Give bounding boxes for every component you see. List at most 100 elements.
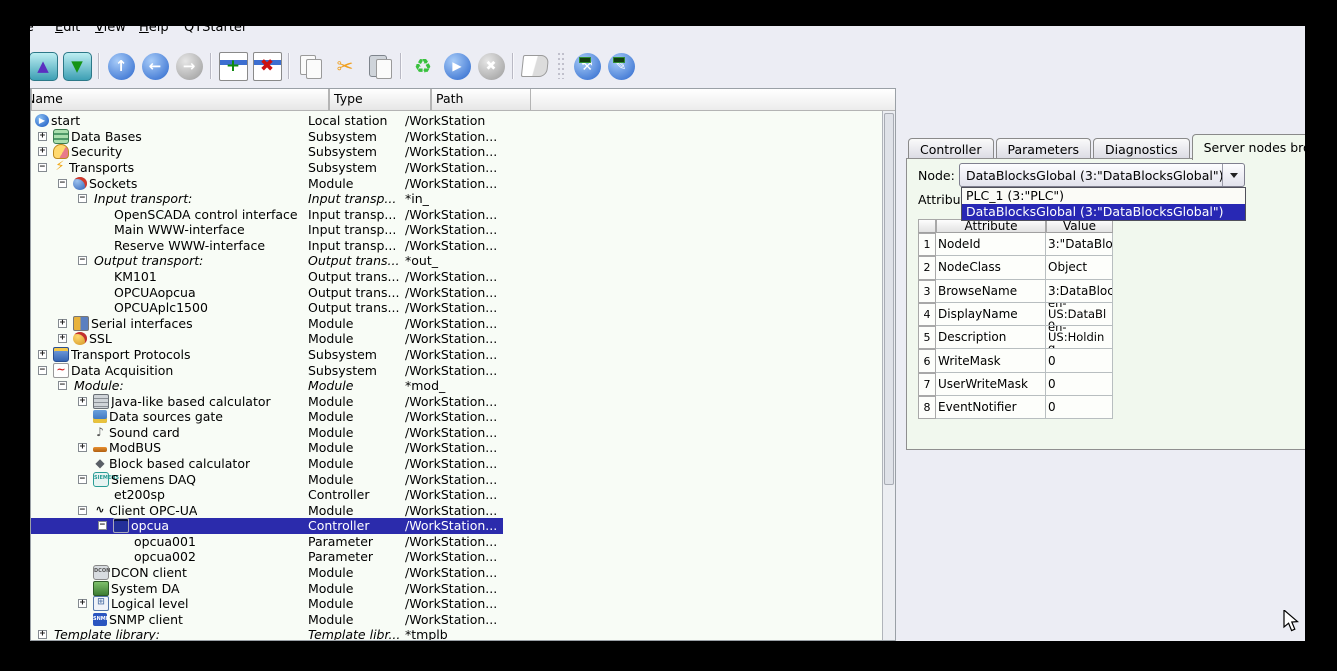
collapse-toggle[interactable]: −	[98, 521, 107, 530]
expand-toggle[interactable]: +	[38, 147, 47, 156]
tree-row[interactable]: −⚡TransportsSubsystem/WorkStation...	[31, 160, 883, 176]
expand-toggle[interactable]: +	[58, 334, 67, 343]
tree-row[interactable]: KM101Output trans.../WorkStation...	[31, 269, 883, 285]
tree-row[interactable]: +SSLModule/WorkStation...	[31, 331, 883, 347]
collapse-toggle[interactable]: −	[58, 179, 67, 188]
tree-row[interactable]: Reserve WWW-interfaceInput transp.../Wor…	[31, 238, 883, 254]
tree-item-label: et200sp	[114, 487, 165, 502]
tree-row[interactable]: −Output transport:Output trans...*out_	[31, 253, 883, 269]
tree-row[interactable]: Data sources gateModule/WorkStation...	[31, 409, 883, 425]
tree-row[interactable]: opcua002Parameter/WorkStation...	[31, 549, 883, 565]
copy-button[interactable]	[294, 48, 328, 84]
tree-row[interactable]: +ModBUSModule/WorkStation...	[31, 440, 883, 456]
tab-parameters[interactable]: Parameters	[996, 138, 1092, 160]
attribute-value-cell: Object	[1046, 256, 1113, 279]
tree-row[interactable]: −opcuaController/WorkStation...	[31, 518, 883, 534]
tree-row[interactable]: DCONDCON clientModule/WorkStation...	[31, 565, 883, 581]
save-to-db-button[interactable]: ▼	[60, 48, 94, 84]
start-button[interactable]: ▶	[440, 48, 474, 84]
expand-toggle[interactable]: +	[38, 132, 47, 141]
tree-row[interactable]: +Java-like based calculatorModule/WorkSt…	[31, 393, 883, 409]
tree-indent	[31, 151, 38, 152]
collapse-toggle[interactable]: −	[78, 256, 87, 265]
tree-row[interactable]: OPCUAplc1500Output trans.../WorkStation.…	[31, 300, 883, 316]
tree-row[interactable]: +Data BasesSubsystem/WorkStation...	[31, 129, 883, 145]
paste-button[interactable]	[362, 48, 396, 84]
tree-row[interactable]: +Template library:Template libr...*tmplb	[31, 627, 883, 641]
expand-toggle[interactable]: +	[38, 630, 47, 639]
tree-indent	[31, 385, 58, 386]
toolbar-handle[interactable]	[558, 53, 564, 79]
collapse-toggle[interactable]: −	[58, 381, 67, 390]
up-level-button[interactable]: ↑	[104, 48, 138, 84]
collapse-toggle[interactable]: −	[78, 506, 87, 515]
expand-toggle[interactable]: +	[58, 319, 67, 328]
tree-item-label: Transports	[69, 160, 134, 175]
tree-vertical-scrollbar[interactable]	[882, 111, 895, 640]
cut-button[interactable]: ✂	[328, 48, 362, 84]
forward-button[interactable]: →	[172, 48, 206, 84]
tree-row[interactable]: −Module:Module*mod_	[31, 378, 883, 394]
combobox-dropdown-button[interactable]	[1222, 164, 1244, 186]
tree-rows: ▶startLocal station/WorkStation+Data Bas…	[31, 113, 883, 640]
node-combobox[interactable]: DataBlocksGlobal (3:"DataBlocksGlobal")	[959, 163, 1245, 187]
tree-row[interactable]: System DAModule/WorkStation...	[31, 580, 883, 596]
tree-row[interactable]: +Serial interfacesModule/WorkStation...	[31, 316, 883, 332]
tree-row[interactable]: −SIEMENSSiemens DAQModule/WorkStation...	[31, 471, 883, 487]
tree-indent	[31, 556, 118, 557]
configurator-button[interactable]: ⚒	[570, 48, 604, 84]
expand-toggle[interactable]: +	[78, 397, 87, 406]
tree-row[interactable]: −SocketsModule/WorkStation...	[31, 175, 883, 191]
tree-indent	[31, 307, 98, 308]
tree-row[interactable]: +SecuritySubsystem/WorkStation...	[31, 144, 883, 160]
tree-cell-path: /WorkStation...	[405, 269, 883, 284]
collapse-toggle[interactable]: −	[78, 194, 87, 203]
collapse-toggle[interactable]: −	[38, 366, 47, 375]
tree-row[interactable]: OpenSCADA control interfaceInput transp.…	[31, 206, 883, 222]
tree-cell-name: DCONDCON client	[31, 565, 308, 580]
forward-icon: →	[176, 53, 203, 80]
tree-row[interactable]: ▶startLocal station/WorkStation	[31, 113, 883, 129]
tree-row[interactable]: +Transport ProtocolsSubsystem/WorkStatio…	[31, 347, 883, 363]
attribute-value-cell: 3:"DataBlo	[1046, 233, 1113, 256]
column-header-type[interactable]: Type	[329, 89, 431, 111]
tree-cell-type: Input transp...	[308, 222, 405, 237]
tree-row[interactable]: et200spController/WorkStation...	[31, 487, 883, 503]
tree-row[interactable]: OPCUAopcuaOutput trans.../WorkStation...	[31, 284, 883, 300]
tree-indent	[31, 510, 78, 511]
tree-row[interactable]: −~Data AcquisitionSubsystem/WorkStation.…	[31, 362, 883, 378]
collapse-toggle[interactable]: −	[78, 475, 87, 484]
tree-row[interactable]: −Input transport:Input transp...*in_	[31, 191, 883, 207]
tree-cell-type: Subsystem	[308, 144, 405, 159]
dropdown-option[interactable]: DataBlocksGlobal (3:"DataBlocksGlobal")	[962, 204, 1245, 220]
column-header-path[interactable]: Path	[431, 89, 531, 111]
delete-item-button[interactable]: ✖	[250, 48, 284, 84]
tree-row[interactable]: Main WWW-interfaceInput transp.../WorkSt…	[31, 222, 883, 238]
stop-button[interactable]: ✖	[474, 48, 508, 84]
expand-toggle[interactable]: +	[78, 599, 87, 608]
calc-icon	[93, 394, 109, 409]
back-button[interactable]: ←	[138, 48, 172, 84]
expand-toggle[interactable]: +	[78, 443, 87, 452]
vision-button[interactable]: ✎	[604, 48, 638, 84]
tree-row[interactable]: −∿Client OPC-UAModule/WorkStation...	[31, 502, 883, 518]
tree-cell-name: −∿Client OPC-UA	[31, 503, 308, 518]
manual-button[interactable]	[518, 48, 552, 84]
tree-row[interactable]: ◆Block based calculatorModule/WorkStatio…	[31, 456, 883, 472]
scrollbar-thumb[interactable]	[884, 113, 894, 485]
tree-row[interactable]: +⊞Logical levelModule/WorkStation...	[31, 596, 883, 612]
tree-row[interactable]: opcua001Parameter/WorkStation...	[31, 534, 883, 550]
tree-indent	[31, 136, 38, 137]
tree-cell-path: /WorkStation...	[405, 456, 883, 471]
add-item-button[interactable]: +	[216, 48, 250, 84]
tab-controller[interactable]: Controller	[908, 138, 994, 160]
dropdown-option[interactable]: PLC_1 (3:"PLC")	[962, 188, 1245, 204]
collapse-toggle[interactable]: −	[38, 163, 47, 172]
column-header-name[interactable]: Name	[31, 89, 329, 111]
tree-row[interactable]: SNMPSNMP clientModule/WorkStation...	[31, 612, 883, 628]
load-from-db-button[interactable]: ▲	[26, 48, 60, 84]
tab-diagnostics[interactable]: Diagnostics	[1093, 138, 1190, 160]
refresh-button[interactable]: ♻	[406, 48, 440, 84]
expand-toggle[interactable]: +	[38, 350, 47, 359]
tree-row[interactable]: ♪Sound cardModule/WorkStation...	[31, 425, 883, 441]
